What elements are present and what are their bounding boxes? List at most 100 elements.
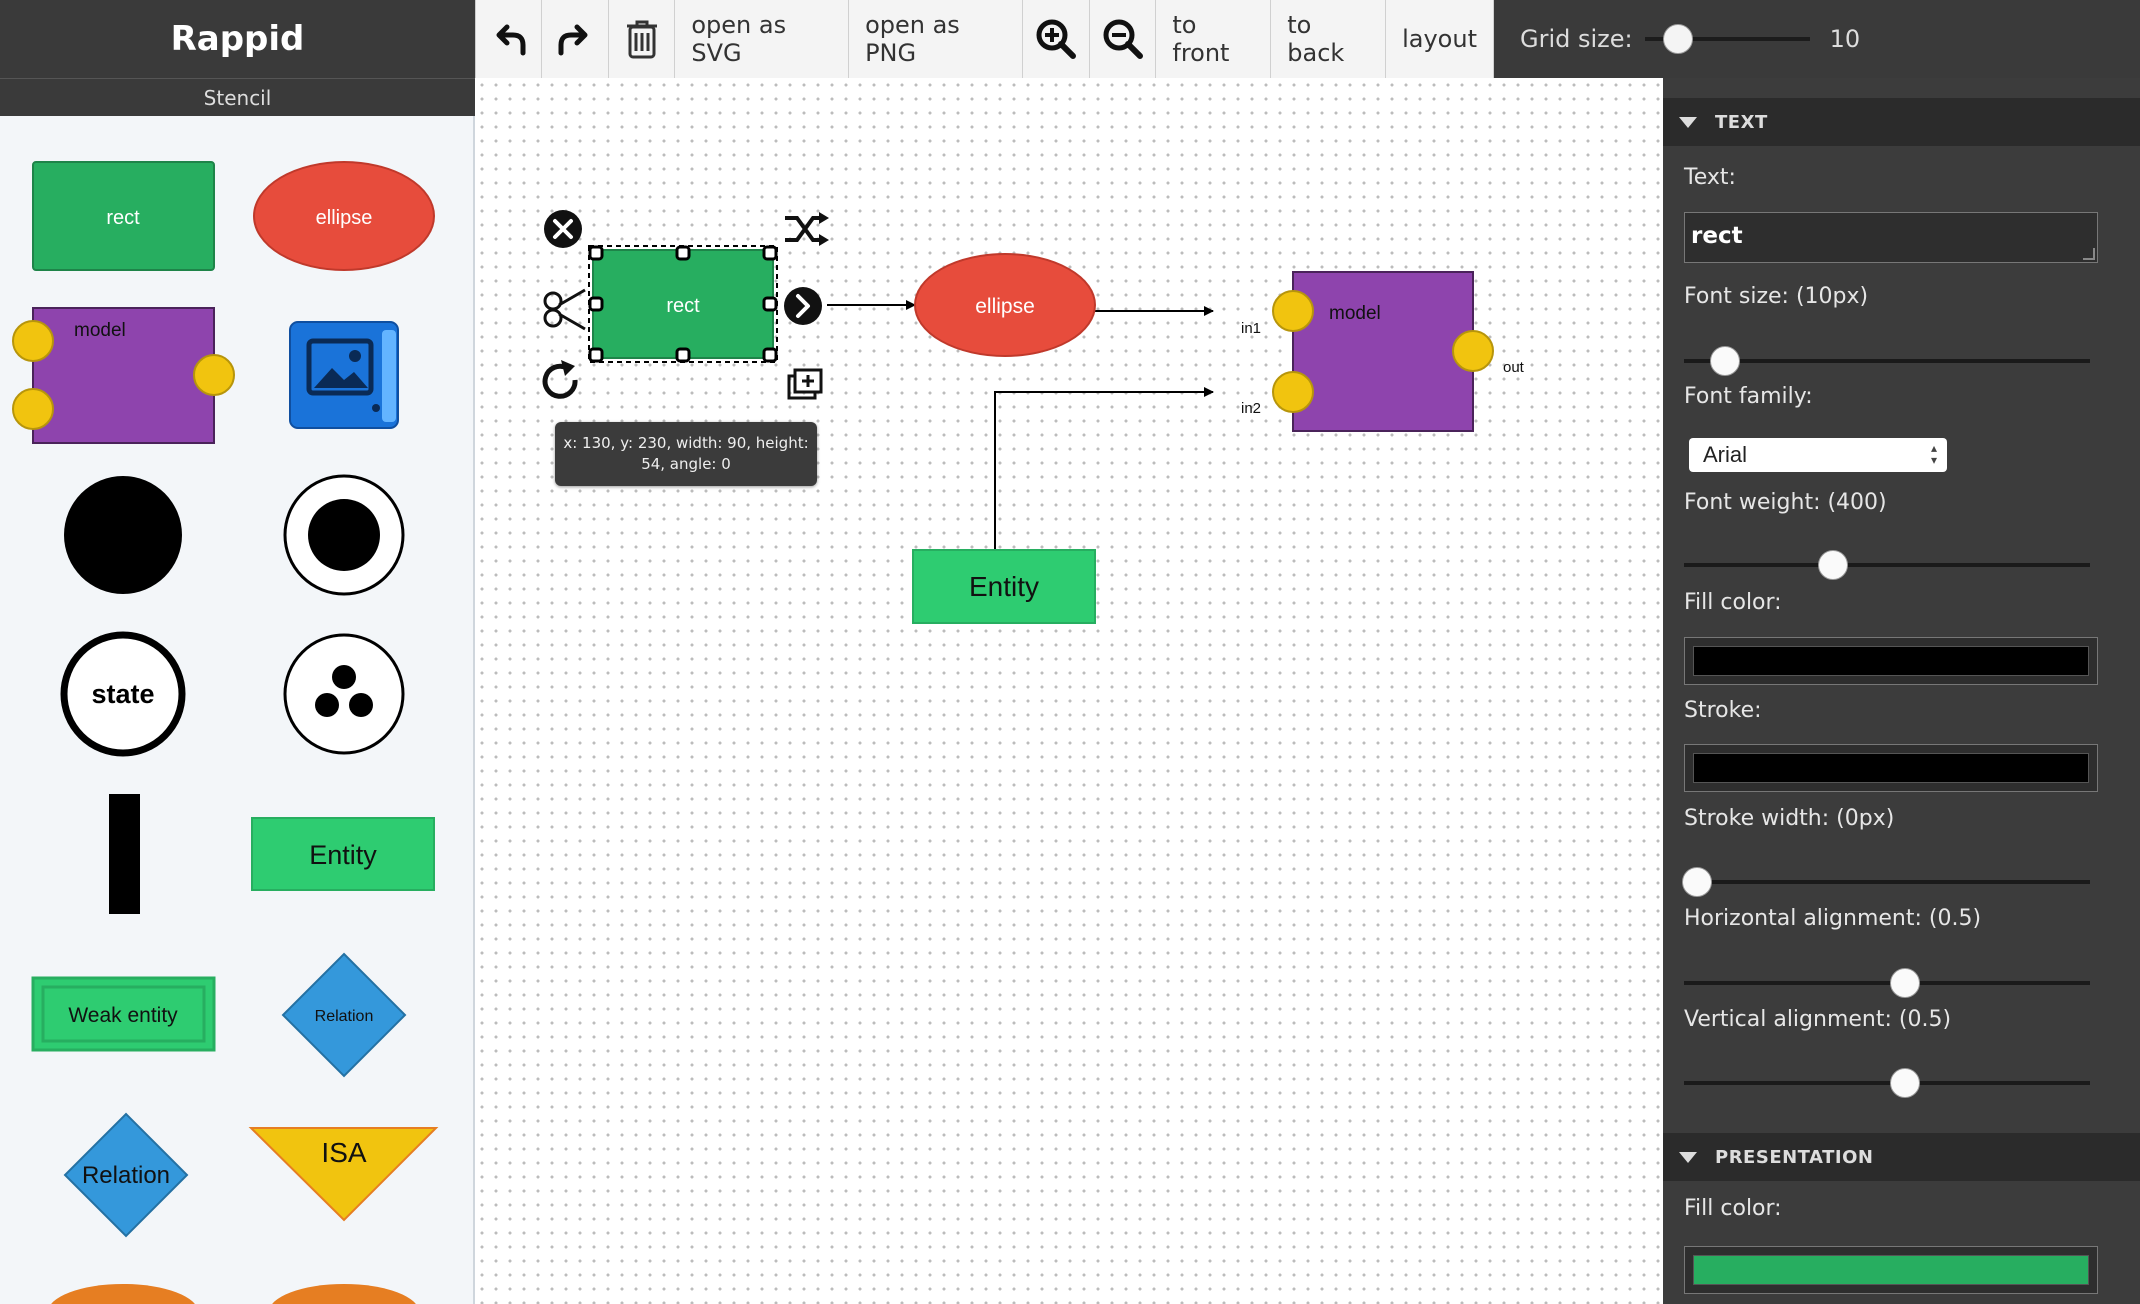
- zoom-out-icon: [1103, 19, 1143, 59]
- stencil-start-state[interactable]: [64, 476, 182, 594]
- font-size-slider[interactable]: [1684, 346, 2090, 376]
- fork-icon[interactable]: [785, 212, 829, 246]
- stencil-isa-label: ISA: [321, 1137, 366, 1168]
- redo-arrow-icon: [558, 24, 588, 56]
- clone-icon[interactable]: [787, 368, 823, 400]
- stencil-model-label: model: [74, 320, 126, 341]
- fill-color-label: Fill color:: [1684, 590, 1782, 615]
- tooltip-line: 54, angle: 0: [641, 455, 731, 473]
- resize-grip-icon[interactable]: [2083, 248, 2095, 260]
- redo-button[interactable]: [542, 0, 609, 78]
- cut-icon[interactable]: [543, 288, 586, 331]
- text-label: Text:: [1684, 165, 1736, 190]
- stroke-color-input[interactable]: [1684, 744, 2098, 792]
- element-model[interactable]: model in1 in2 out: [1241, 271, 1525, 432]
- text-input-value: rect: [1691, 223, 1743, 249]
- font-weight-slider[interactable]: [1684, 550, 2090, 580]
- stencil-entity[interactable]: Entity: [251, 817, 435, 891]
- zoom-in-button[interactable]: [1023, 0, 1090, 78]
- stencil-isa[interactable]: ISA: [248, 1127, 439, 1222]
- stencil-weak-entity[interactable]: Weak entity: [31, 976, 216, 1052]
- grid-size-control: Grid size: 10: [1494, 0, 2140, 78]
- collapse-triangle-icon: [1679, 1152, 1697, 1163]
- element-model-label: model: [1329, 303, 1381, 324]
- stencil-attribute[interactable]: [48, 1284, 198, 1304]
- stencil-end-state[interactable]: [283, 474, 405, 596]
- presentation-fill-color-label: Fill color:: [1684, 1196, 1782, 1221]
- presentation-fill-color-input[interactable]: [1684, 1246, 2098, 1294]
- toolbar: open as SVG open as PNG to front to back…: [475, 0, 1494, 78]
- horizontal-alignment-label: Horizontal alignment: (0.5): [1684, 906, 1982, 931]
- delete-button[interactable]: [609, 0, 676, 78]
- font-weight-slider-handle[interactable]: [1818, 550, 1848, 580]
- stencil-entity-label: Entity: [309, 840, 377, 870]
- stencil-model[interactable]: model: [12, 307, 235, 444]
- stencil-state[interactable]: state: [60, 631, 186, 757]
- undo-arrow-icon: [496, 24, 526, 56]
- stroke-width-slider[interactable]: [1682, 867, 2090, 897]
- inspector-panel: TEXT Text: rect Font size: (10px) Font f…: [1663, 78, 2140, 1304]
- open-as-svg-button[interactable]: open as SVG: [675, 0, 850, 78]
- stencil-rect[interactable]: rect: [32, 161, 215, 271]
- zoom-out-button[interactable]: [1090, 0, 1157, 78]
- stencil-image[interactable]: [289, 321, 399, 429]
- port-in2-label: in2: [1241, 400, 1261, 417]
- rotate-icon[interactable]: [542, 360, 578, 399]
- grid-size-label: Grid size:: [1520, 25, 1633, 53]
- stencil-attribute[interactable]: [269, 1284, 419, 1304]
- geometry-tooltip: x: 130, y: 230, width: 90, height: 54, a…: [555, 422, 817, 486]
- fill-color-input[interactable]: [1684, 637, 2098, 685]
- stencil-relation[interactable]: Relation: [63, 1112, 189, 1238]
- grid-size-value: 10: [1829, 25, 1861, 53]
- stencil-bar[interactable]: [109, 794, 140, 914]
- to-front-button[interactable]: to front: [1156, 0, 1272, 78]
- stencil-rect-label: rect: [106, 207, 140, 229]
- font-weight-label: Font weight: (400): [1684, 490, 1887, 515]
- stencil-relation-small-label: Relation: [315, 1008, 374, 1025]
- element-ellipse-label: ellipse: [975, 295, 1035, 318]
- presentation-section-header[interactable]: PRESENTATION: [1663, 1133, 2140, 1181]
- stencil-model-port: [193, 354, 235, 396]
- horizontal-alignment-slider[interactable]: [1684, 968, 2090, 998]
- text-section-title: TEXT: [1715, 111, 1768, 133]
- layout-button[interactable]: layout: [1386, 0, 1494, 78]
- select-arrows-icon: ▴ ▾: [1930, 441, 1937, 467]
- stroke-width-label: Stroke width: (0px): [1684, 806, 1895, 831]
- port-in2[interactable]: [1272, 371, 1314, 413]
- element-entity[interactable]: Entity: [912, 549, 1096, 624]
- element-entity-label: Entity: [969, 571, 1039, 602]
- app-root: Rappid open as SVG open as PNG to front …: [0, 0, 2140, 1304]
- stroke-label: Stroke:: [1684, 698, 1762, 723]
- stencil-relation-small[interactable]: Relation: [281, 952, 407, 1078]
- link-tool-icon[interactable]: [784, 287, 822, 325]
- port-in1[interactable]: [1272, 290, 1314, 332]
- to-back-button[interactable]: to back: [1271, 0, 1387, 78]
- element-rect[interactable]: rect: [592, 249, 774, 359]
- text-section-header[interactable]: TEXT: [1663, 98, 2140, 146]
- stencil-panel: rect ellipse model state Entity Weak ent…: [0, 116, 475, 1304]
- stencil-fork-state[interactable]: [283, 633, 405, 755]
- grid-size-slider[interactable]: [1644, 24, 1810, 54]
- fill-color-swatch: [1693, 646, 2089, 676]
- element-ellipse[interactable]: ellipse: [914, 253, 1096, 357]
- remove-icon[interactable]: [544, 210, 582, 248]
- stencil-ellipse[interactable]: ellipse: [253, 161, 435, 271]
- vertical-alignment-slider[interactable]: [1684, 1068, 2090, 1098]
- collapse-triangle-icon: [1679, 117, 1697, 128]
- diagram-paper[interactable]: rect ellipse model in1 in2 out Entity x:…: [475, 78, 1663, 1304]
- grid-size-slider-handle[interactable]: [1662, 24, 1693, 54]
- undo-button[interactable]: [476, 0, 543, 78]
- stroke-width-slider-handle[interactable]: [1682, 867, 1712, 897]
- stencil-model-port: [12, 320, 54, 362]
- font-family-select[interactable]: Arial ▴ ▾: [1689, 438, 1947, 472]
- font-size-slider-handle[interactable]: [1710, 346, 1740, 376]
- stencil-model-port: [12, 388, 54, 430]
- trash-icon: [626, 20, 657, 59]
- font-family-label: Font family:: [1684, 384, 1813, 409]
- open-as-png-button[interactable]: open as PNG: [849, 0, 1024, 78]
- horizontal-alignment-slider-handle[interactable]: [1890, 968, 1920, 998]
- port-out[interactable]: [1452, 330, 1494, 372]
- text-input[interactable]: rect: [1684, 212, 2098, 263]
- vertical-alignment-slider-handle[interactable]: [1890, 1068, 1920, 1098]
- link-entity-model[interactable]: [994, 387, 1214, 550]
